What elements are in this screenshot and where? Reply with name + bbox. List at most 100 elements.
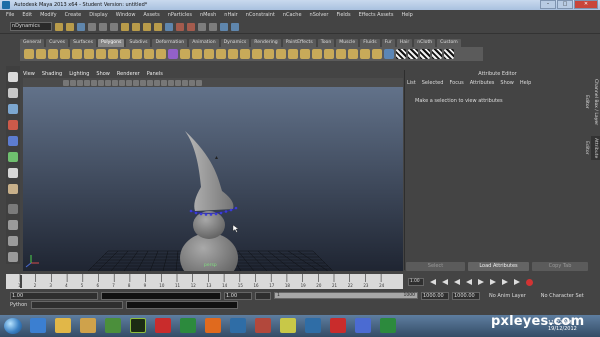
shelf-tab-rendering[interactable]: Rendering [251, 38, 281, 47]
grid-toggle-icon[interactable] [84, 79, 90, 86]
shelf-tab-muscle[interactable]: Muscle [336, 38, 359, 47]
media-icon[interactable] [280, 318, 296, 333]
command-input[interactable] [31, 300, 123, 309]
shelf-tab-curves[interactable]: Curves [46, 38, 69, 47]
ipr-render-icon[interactable] [187, 22, 195, 31]
shelf-tab-general[interactable]: General [20, 38, 45, 47]
viewport-menu-lighting[interactable]: Lighting [69, 71, 89, 77]
attribute-editor-icon[interactable] [231, 22, 239, 31]
render-settings-icon[interactable] [198, 22, 206, 31]
character-set-label[interactable]: No Character Set [541, 293, 584, 299]
shelf-tab-painteffects[interactable]: PaintEffects [282, 38, 316, 47]
shadows-icon[interactable] [175, 79, 181, 86]
viewport-menu-view[interactable]: View [23, 71, 35, 77]
poly-soccerball-icon[interactable] [144, 49, 154, 59]
maximize-button[interactable]: □ [557, 0, 573, 9]
range-slider[interactable]: 1 1000 [274, 292, 418, 299]
menu-effects-assets[interactable]: Effects Assets [359, 12, 394, 18]
poly-platonic-icon[interactable] [156, 49, 166, 59]
safe-action-icon[interactable] [119, 79, 125, 86]
poly-plane-icon[interactable] [72, 49, 82, 59]
poly-smooth-icon[interactable] [192, 49, 202, 59]
shelf-tab-animation[interactable]: Animation [189, 38, 219, 47]
sculpt-tool-icon[interactable] [384, 49, 394, 59]
spherical-map-icon[interactable] [432, 49, 442, 59]
shelf-tab-dynamics[interactable]: Dynamics [220, 38, 250, 47]
close-button[interactable]: ✕ [574, 0, 598, 9]
four-pane-icon[interactable] [8, 220, 18, 230]
minimize-button[interactable]: – [540, 0, 556, 9]
bookmark-icon[interactable] [70, 79, 76, 86]
menu-ncache[interactable]: nCache [283, 12, 302, 18]
current-time-field[interactable]: 1.00 [408, 278, 424, 286]
scale-tool-icon[interactable] [8, 152, 18, 162]
automatic-map-icon[interactable] [444, 49, 454, 59]
gate-mask-icon[interactable] [105, 79, 111, 86]
manipulator-tool-icon[interactable] [8, 168, 18, 178]
step-forward-key-icon[interactable] [490, 279, 496, 285]
last-tool-icon[interactable] [8, 184, 18, 194]
snap-plane-icon[interactable] [154, 22, 162, 31]
shelf-tab-polygons[interactable]: Polygons [97, 38, 125, 47]
ae-menu-show[interactable]: Show [500, 80, 514, 86]
film-gate-icon[interactable] [91, 79, 97, 86]
graph-layout-icon[interactable] [8, 252, 18, 262]
toggle-panel-icon[interactable] [220, 22, 228, 31]
snap-grid-icon[interactable] [121, 22, 129, 31]
winrar-icon[interactable] [255, 318, 271, 333]
menu-edit[interactable]: Edit [22, 12, 32, 18]
maya-taskbar-icon[interactable] [230, 318, 246, 333]
time-slider[interactable]: 1 2 3 4 5 6 7 8 9 10 11 12 13 14 15 16 17 18 19 20 21 22 23 24 [6, 274, 403, 289]
anim-layer-label[interactable]: No Anim Layer [489, 293, 526, 299]
ae-menu-focus[interactable]: Focus [449, 80, 463, 86]
offset-edge-loop-icon[interactable] [300, 49, 310, 59]
shelf-tab-deformation[interactable]: Deformation [152, 38, 188, 47]
menu-file[interactable]: File [6, 12, 14, 18]
bridge-icon[interactable] [240, 49, 250, 59]
chamfer-icon[interactable] [348, 49, 358, 59]
acrobat-icon[interactable] [155, 318, 171, 333]
end-time-field[interactable]: 1000.00 [452, 291, 480, 300]
shelf-tab-ncloth[interactable]: nCloth [414, 38, 436, 47]
append-polygon-icon[interactable] [252, 49, 262, 59]
viewport-menu-show[interactable]: Show [96, 71, 110, 77]
select-component-icon[interactable] [110, 22, 118, 31]
menu-assets[interactable]: Assets [143, 12, 159, 18]
poly-cube-icon[interactable] [36, 49, 46, 59]
ae-menu-help[interactable]: Help [520, 80, 531, 86]
uv-editor-icon[interactable] [396, 49, 406, 59]
insert-edge-loop-icon[interactable] [288, 49, 298, 59]
poly-helix-icon[interactable] [132, 49, 142, 59]
save-scene-icon[interactable] [77, 22, 85, 31]
menu-help[interactable]: Help [401, 12, 412, 18]
menu-modify[interactable]: Modify [40, 12, 57, 18]
menu-nhair[interactable]: nHair [224, 12, 237, 18]
excel-icon[interactable] [180, 318, 196, 333]
poly-cylinder-icon[interactable] [48, 49, 58, 59]
extrude-icon[interactable] [228, 49, 238, 59]
paint-icon[interactable] [380, 318, 396, 333]
poke-icon[interactable] [360, 49, 370, 59]
playback-start-time-field[interactable]: 1.00 [224, 291, 252, 300]
select-object-icon[interactable] [99, 22, 107, 31]
snap-point-icon[interactable] [143, 22, 151, 31]
channel-box-tab[interactable]: Channel Box / Layer Editor [584, 72, 600, 132]
menu-create[interactable]: Create [65, 12, 82, 18]
safe-title-icon[interactable] [126, 79, 132, 86]
smooth-shade-icon[interactable] [140, 79, 146, 86]
playback-end-field[interactable]: 1000.00 [421, 291, 449, 300]
planar-map-icon[interactable] [408, 49, 418, 59]
textured-icon[interactable] [161, 79, 167, 86]
menu-nmesh[interactable]: nMesh [200, 12, 216, 18]
bevel-icon[interactable] [312, 49, 322, 59]
menu-window[interactable]: Window [116, 12, 136, 18]
chrome-icon[interactable] [105, 318, 121, 333]
shelf-tab-subdivs[interactable]: Subdivs [126, 38, 151, 47]
split-polygon-icon[interactable] [276, 49, 286, 59]
poly-prism-icon[interactable] [96, 49, 106, 59]
playback-start-field[interactable] [101, 291, 221, 300]
menu-nsolver[interactable]: nSolver [310, 12, 329, 18]
command-language-label[interactable]: Python [10, 302, 28, 308]
start-time-field[interactable]: 1.00 [10, 291, 98, 300]
paint-select-icon[interactable] [8, 104, 18, 114]
